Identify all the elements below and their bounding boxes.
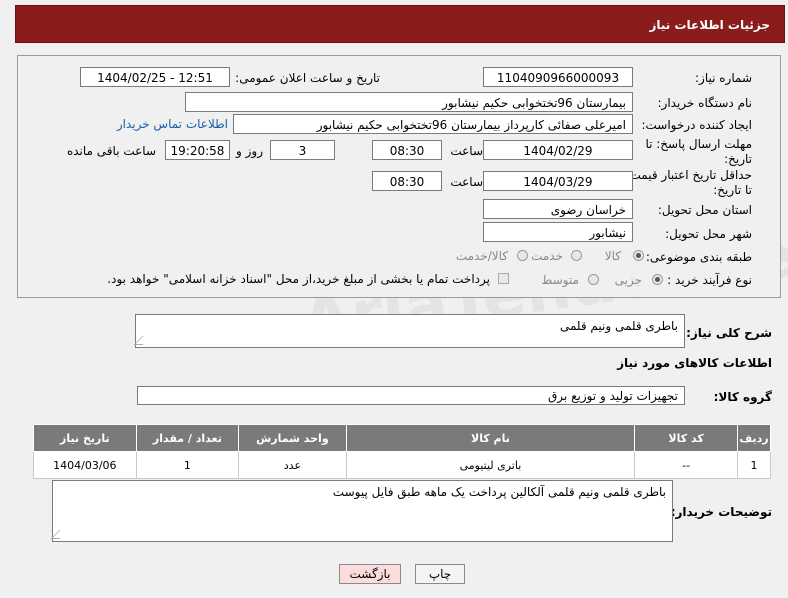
resize-handle-icon[interactable] — [50, 530, 69, 539]
category-radio-goods[interactable] — [633, 250, 644, 261]
buyer-org-field: بیمارستان 96تختخوابی حکیم نیشابور — [185, 92, 633, 112]
days-field: 3 — [270, 140, 335, 160]
cell-unit: عدد — [238, 451, 347, 479]
validity-time-field: 08:30 — [372, 171, 442, 191]
deadline-label: مهلت ارسال پاسخ: تا — [645, 137, 752, 151]
column-header-unit: واحد شمارش — [238, 424, 347, 452]
cell-need-date: 1404/03/06 — [33, 451, 137, 479]
category-option-both: کالا/خدمت — [455, 249, 508, 263]
buyer-notes-text: باطری قلمی ونیم قلمی آلکالین پرداخت یک م… — [332, 485, 666, 499]
process-option-medium: متوسط — [541, 273, 579, 287]
announce-label: تاریخ و ساعت اعلان عمومی: — [235, 71, 380, 85]
table-row: 1 -- باتری لیتیومی عدد 1 1404/03/06 — [33, 451, 771, 479]
summary-field: باطری قلمی ونیم قلمی — [133, 314, 685, 348]
page-title: جزئیات اطلاعات نیاز — [649, 18, 770, 32]
category-option-goods: کالا — [604, 249, 621, 263]
column-header-row-number: ردیف — [737, 424, 771, 452]
process-radio-medium[interactable] — [588, 274, 599, 285]
min-validity-label-date: تا تاریخ: — [713, 183, 752, 197]
category-label: طبقه بندی موضوعی: — [645, 250, 752, 264]
table-header-row: ردیف کد کالا نام کالا واحد شمارش تعداد /… — [33, 424, 771, 452]
need-number-label: شماره نیاز: — [695, 71, 752, 85]
buyer-notes-field: باطری قلمی ونیم قلمی آلکالین پرداخت یک م… — [50, 480, 673, 542]
deadline-time-label: ساعت — [450, 144, 483, 158]
min-validity-label: حداقل تاریخ اعتبار قیمت: — [625, 168, 752, 182]
buyer-org-label: نام دستگاه خریدار: — [657, 96, 753, 110]
days-label: روز و — [236, 144, 263, 158]
process-radio-minor[interactable] — [652, 274, 663, 285]
remaining-label: ساعت باقی مانده — [66, 144, 156, 158]
page-header: جزئیات اطلاعات نیاز — [15, 5, 785, 43]
column-header-code: کد کالا — [634, 424, 739, 452]
goods-group-label: گروه کالا: — [713, 390, 772, 404]
goods-group-field: تجهیزات تولید و توزیع برق — [137, 386, 685, 405]
summary-label: شرح کلی نیاز: — [686, 326, 772, 340]
goods-table: ردیف کد کالا نام کالا واحد شمارش تعداد /… — [33, 424, 771, 479]
cell-quantity: 1 — [135, 451, 240, 479]
column-header-need-date: تاریخ نیاز — [33, 424, 137, 452]
deadline-time-field: 08:30 — [372, 140, 442, 160]
announce-field: 1404/02/25 - 12:51 — [80, 67, 230, 87]
resize-handle-icon[interactable] — [133, 336, 152, 345]
back-button[interactable]: بازگشت — [339, 564, 401, 584]
category-radio-service[interactable] — [571, 250, 582, 261]
cell-name: باتری لیتیومی — [345, 451, 636, 479]
creator-field: امیرعلی صفائی کارپرداز بیمارستان 96تختخو… — [233, 114, 633, 134]
column-header-quantity: تعداد / مقدار — [135, 424, 240, 452]
category-option-service: خدمت — [531, 249, 563, 263]
category-radio-both[interactable] — [517, 250, 528, 261]
city-label: شهر محل تحویل: — [665, 227, 752, 241]
print-button[interactable]: چاپ — [415, 564, 465, 584]
cell-code: -- — [634, 451, 739, 479]
province-label: استان محل تحویل: — [657, 203, 752, 217]
validity-date-field: 1404/03/29 — [483, 171, 633, 191]
summary-text: باطری قلمی ونیم قلمی — [559, 319, 678, 333]
process-label: نوع فرآیند خرید : — [667, 273, 752, 287]
remaining-time-field: 19:20:58 — [165, 140, 230, 160]
contact-info-link[interactable]: اطلاعات تماس خریدار — [117, 117, 228, 131]
deadline-label-date: تاریخ: — [724, 152, 752, 166]
cell-row-number: 1 — [737, 451, 771, 479]
city-field: نیشابور — [483, 222, 633, 242]
province-field: خراسان رضوی — [483, 199, 633, 219]
need-number-field: 1104090966000093 — [483, 67, 633, 87]
creator-label: ایجاد کننده درخواست: — [641, 118, 752, 132]
validity-time-label: ساعت — [450, 175, 483, 189]
deadline-date-field: 1404/02/29 — [483, 140, 633, 160]
process-option-minor: جزیی — [614, 273, 642, 287]
goods-section-title: اطلاعات کالاهای مورد نیاز — [617, 356, 772, 370]
treasury-payment-note: پرداخت تمام یا بخشی از مبلغ خرید،از محل … — [107, 272, 490, 286]
column-header-name: نام کالا — [345, 424, 636, 452]
buyer-notes-label: توضیحات خریدار: — [670, 505, 772, 519]
treasury-payment-checkbox[interactable] — [498, 273, 509, 284]
